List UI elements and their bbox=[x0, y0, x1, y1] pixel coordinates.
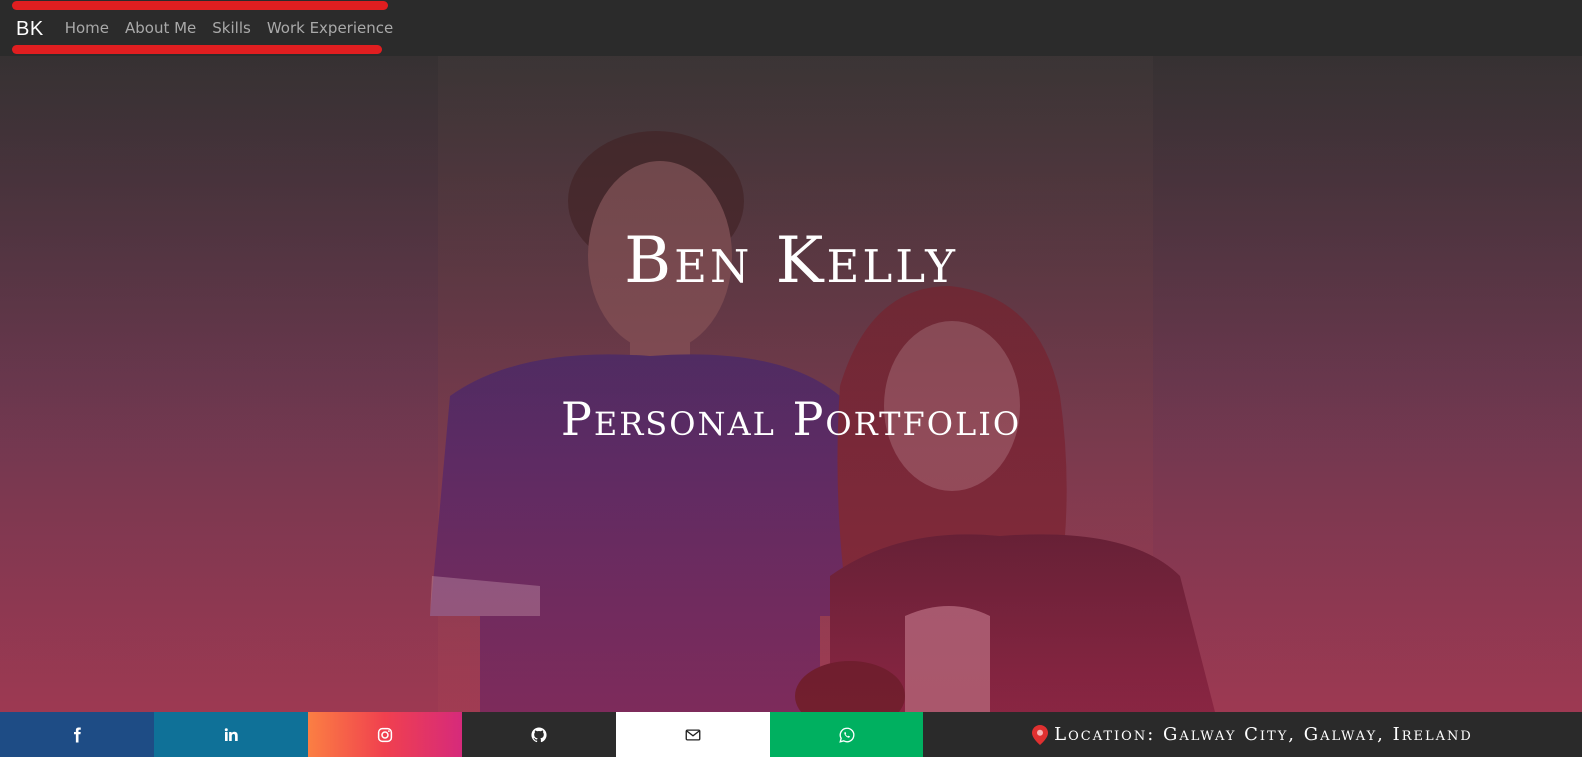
facebook-icon bbox=[74, 727, 81, 742]
envelope-icon bbox=[685, 728, 701, 741]
nav-link-about-me[interactable]: About Me bbox=[125, 19, 196, 37]
top-navbar: BK Home About Me Skills Work Experience bbox=[0, 0, 1582, 56]
map-pin-icon bbox=[1032, 724, 1049, 745]
github-icon bbox=[531, 726, 547, 742]
whatsapp-link[interactable] bbox=[770, 712, 923, 757]
nav-link-work-experience[interactable]: Work Experience bbox=[267, 19, 393, 37]
location-info: Location: Galway City, Galway, Ireland bbox=[923, 712, 1582, 757]
location-text: Location: Galway City, Galway, Ireland bbox=[1054, 724, 1473, 745]
instagram-icon bbox=[377, 727, 393, 742]
whatsapp-icon bbox=[838, 727, 854, 743]
facebook-link[interactable] bbox=[0, 712, 154, 757]
nav-highlight-top bbox=[12, 1, 388, 10]
instagram-link[interactable] bbox=[308, 712, 462, 757]
linkedin-icon bbox=[224, 727, 238, 741]
github-link[interactable] bbox=[462, 712, 616, 757]
hero-title: Ben Kelly bbox=[624, 224, 958, 298]
nav-highlight-bottom bbox=[12, 45, 382, 54]
linkedin-link[interactable] bbox=[154, 712, 308, 757]
nav-link-home[interactable]: Home bbox=[65, 19, 109, 37]
hero-gradient-overlay bbox=[0, 56, 1582, 712]
hero-section: Ben Kelly Personal Portfolio bbox=[0, 56, 1582, 712]
hero-subtitle: Personal Portfolio bbox=[560, 392, 1022, 446]
nav-links: Home About Me Skills Work Experience bbox=[65, 19, 394, 37]
social-footer-bar: Location: Galway City, Galway, Ireland bbox=[0, 712, 1582, 757]
email-link[interactable] bbox=[616, 712, 770, 757]
nav-link-skills[interactable]: Skills bbox=[212, 19, 251, 37]
brand-logo[interactable]: BK bbox=[16, 18, 44, 41]
